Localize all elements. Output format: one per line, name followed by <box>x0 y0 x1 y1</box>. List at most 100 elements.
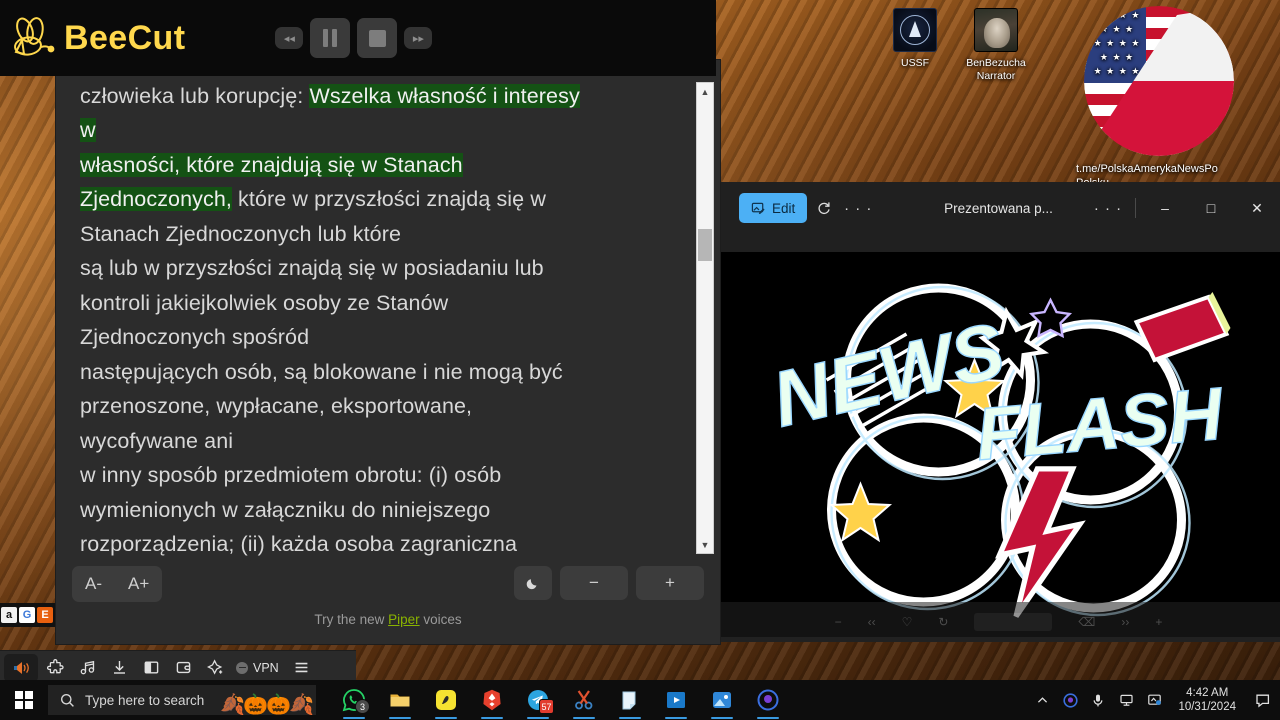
reader-text-area[interactable]: zaangażowanych w poważne naruszenia praw… <box>56 60 720 558</box>
favicon-e[interactable]: E <box>37 607 53 623</box>
previous-image-icon[interactable]: ‹‹ <box>868 615 876 629</box>
taskbar-file-explorer[interactable] <box>378 680 422 720</box>
photos-bottom-toolbar: − ‹‹ ♡ ↻ ⌫ ›› + <box>717 602 1280 642</box>
leo-ai-button[interactable] <box>200 655 230 681</box>
speaker-icon <box>13 661 29 674</box>
start-button[interactable] <box>0 680 48 720</box>
downloads-button[interactable] <box>104 655 134 681</box>
beecut-app-name: BeeCut <box>64 18 186 57</box>
rotate-button[interactable] <box>807 193 841 223</box>
photo-canvas[interactable]: NEWS FLASH <box>717 252 1280 637</box>
filmstrip-thumbnail[interactable] <box>974 613 1053 631</box>
browser-favicon-strip: a G E <box>0 603 56 627</box>
speaker-button[interactable] <box>4 653 38 682</box>
edit-image-icon <box>751 202 765 214</box>
taskbar-telegram[interactable]: 57 <box>516 680 560 720</box>
chevron-up-icon <box>1037 696 1047 703</box>
beecut-logo: BeeCut <box>10 16 185 60</box>
rotate-icon <box>818 201 830 214</box>
piper-link[interactable]: Piper <box>388 612 420 627</box>
piper-promo-suffix: voices <box>419 612 462 627</box>
font-increase-button[interactable]: A+ <box>115 566 162 602</box>
tray-network-icon[interactable] <box>1116 689 1136 711</box>
scroll-up-arrow-icon[interactable]: ▲ <box>697 83 713 100</box>
taskbar-clock[interactable]: 4:42 AM 10/31/2024 <box>1172 686 1242 714</box>
reader-text-after: które w przyszłości znajdą się w Stanach… <box>80 187 563 556</box>
delete-icon[interactable]: ⌫ <box>1078 615 1095 629</box>
close-button[interactable]: ✕ <box>1234 182 1280 234</box>
folder-icon <box>390 694 410 707</box>
forward-button[interactable]: ▸▸ <box>404 27 433 49</box>
next-image-icon[interactable]: ›› <box>1121 615 1129 629</box>
wallet-icon <box>176 661 190 674</box>
desktop-icon-telegram-channel[interactable]: t.me/PolskaAmerykaNewsPo Polsku <box>1074 6 1244 190</box>
sparkle-icon <box>206 659 222 675</box>
reader-scrollbar[interactable]: ▲ ▼ <box>696 82 714 554</box>
puzzle-piece-icon <box>46 659 64 674</box>
scroll-down-arrow-icon[interactable]: ▼ <box>697 536 713 553</box>
music-button[interactable] <box>72 655 102 681</box>
font-size-group: A- A+ <box>72 566 163 602</box>
taskbar-brave[interactable] <box>470 680 514 720</box>
scrollbar-thumb[interactable] <box>698 229 712 261</box>
font-decrease-button[interactable]: A- <box>72 566 115 602</box>
rewind-button[interactable]: ◂◂ <box>275 27 304 49</box>
edit-button[interactable]: Edit <box>739 193 808 223</box>
photos-titlebar: Edit · · · Prezentowana p... · · · – □ ✕ <box>717 182 1280 234</box>
tray-camo-icon[interactable] <box>1060 689 1080 711</box>
taskbar-movies-tv[interactable] <box>654 680 698 720</box>
maximize-button[interactable]: □ <box>1188 182 1234 234</box>
news-flash-artwork: NEWS FLASH <box>717 252 1280 637</box>
rotate-image-icon[interactable]: ↻ <box>938 615 948 629</box>
tray-display-icon[interactable] <box>1144 689 1164 711</box>
sidebar-button[interactable] <box>136 655 166 681</box>
taskbar-photos[interactable] <box>700 680 744 720</box>
minimize-button[interactable]: – <box>1142 182 1188 234</box>
search-input[interactable]: Type here to search 🍂🎃🎃🍂 <box>48 685 316 715</box>
favicon-google[interactable]: G <box>19 607 35 623</box>
clock-date: 10/31/2024 <box>1178 701 1236 713</box>
brave-lion-icon <box>483 689 501 711</box>
favorite-icon[interactable]: ♡ <box>902 615 913 629</box>
zoom-in-icon[interactable]: + <box>1155 615 1162 629</box>
tts-reader-panel: zaangażowanych w poważne naruszenia praw… <box>56 60 720 644</box>
action-center-button[interactable] <box>1250 688 1276 712</box>
vpn-button[interactable]: VPN <box>236 661 279 675</box>
reader-paragraph: zaangażowanych w poważne naruszenia praw… <box>80 60 686 558</box>
sticky-notes-icon <box>622 691 636 710</box>
vpn-icon <box>236 661 248 674</box>
speed-increase-button[interactable]: + <box>636 566 704 600</box>
network-icon <box>1120 694 1133 706</box>
tray-show-hidden-button[interactable] <box>1032 689 1052 711</box>
microphone-icon <box>1093 694 1103 706</box>
space-force-icon <box>893 8 937 52</box>
dark-mode-button[interactable] <box>514 566 552 600</box>
telegram-badge: 57 <box>539 699 554 714</box>
taskbar-snipping-tool[interactable] <box>562 680 606 720</box>
zoom-out-icon[interactable]: − <box>835 615 842 629</box>
menu-button[interactable] <box>287 655 317 681</box>
search-placeholder: Type here to search <box>85 692 205 708</box>
speed-decrease-button[interactable]: − <box>560 566 628 600</box>
more-options-right-button[interactable]: · · · <box>1091 193 1125 223</box>
display-icon <box>1148 694 1161 705</box>
taskbar-app-yellow[interactable] <box>424 680 468 720</box>
extensions-button[interactable] <box>40 655 70 681</box>
taskbar-whatsapp[interactable]: 3 <box>332 680 376 720</box>
desktop-icon-benbezucha[interactable]: BenBezucha Narrator <box>948 8 1044 83</box>
titlebar-divider <box>1135 198 1136 218</box>
pause-button[interactable] <box>310 18 351 58</box>
taskbar-sticky-notes[interactable] <box>608 680 652 720</box>
taskbar-camo[interactable] <box>746 680 790 720</box>
tray-microphone-icon[interactable] <box>1088 689 1108 711</box>
moon-icon <box>526 579 537 590</box>
windows-taskbar: Type here to search 🍂🎃🎃🍂 3 57 4:42 AM 10… <box>0 680 1280 720</box>
favicon-amazon[interactable]: a <box>1 607 17 623</box>
sidebar-panel-icon <box>144 661 158 674</box>
wallet-button[interactable] <box>168 655 198 681</box>
stop-button[interactable] <box>357 18 398 58</box>
beecut-transport-controls: ◂◂ ▸▸ <box>275 18 433 58</box>
more-options-left-button[interactable]: · · · <box>841 193 875 223</box>
search-icon <box>61 693 74 707</box>
reader-toolbar: A- A+ − + Try the new Piper voices <box>56 558 720 644</box>
